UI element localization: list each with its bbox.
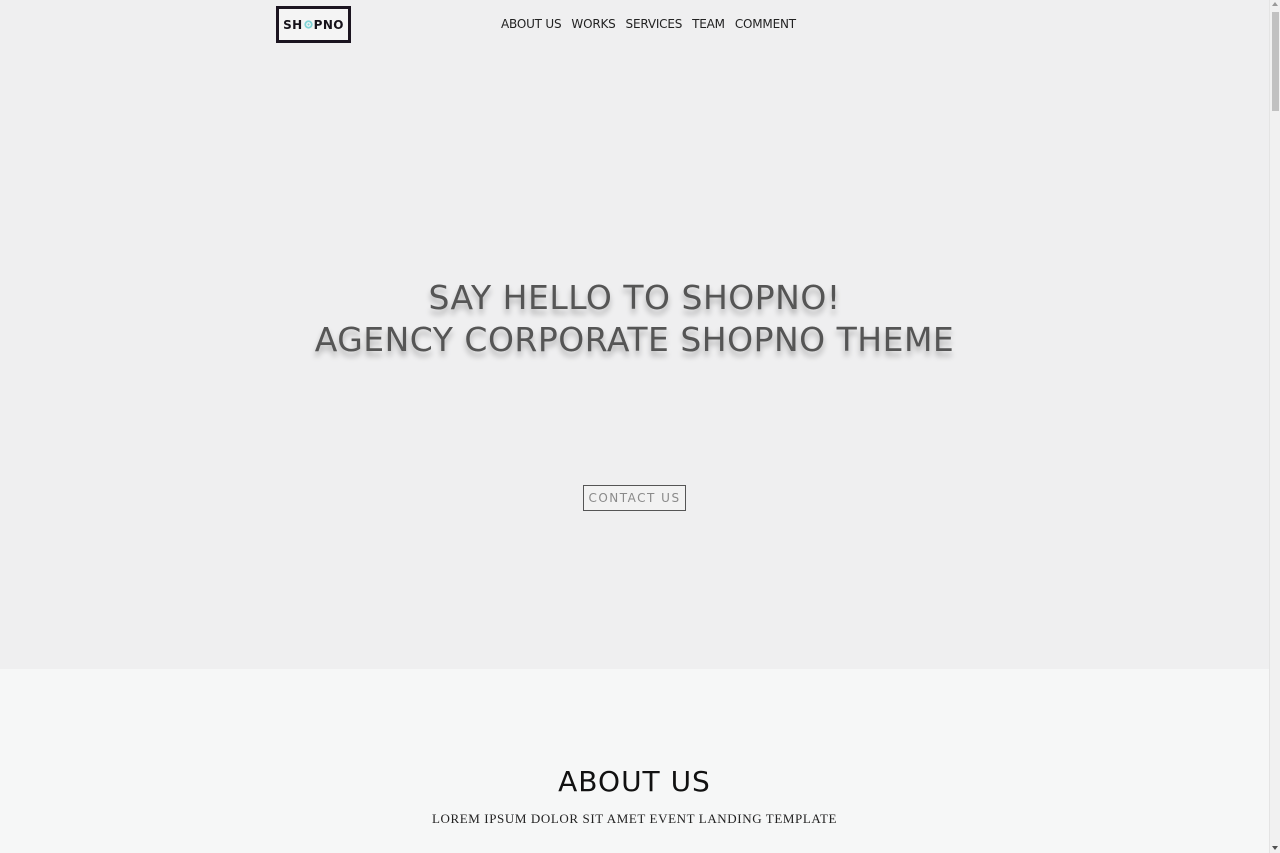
about-subtitle: LOREM IPSUM DOLOR SIT AMET EVENT LANDING… xyxy=(431,811,838,826)
hero-title: SAY HELLO TO SHOPNO! AGENCY CORPORATE SH… xyxy=(0,277,1269,361)
nav-item-services[interactable]: SERVICES xyxy=(621,16,688,32)
logo: SH PNO xyxy=(283,18,344,32)
page: SH PNO ABOUT US WORKS SERVICES TEAM COMM… xyxy=(0,0,1269,853)
nav-item-comment[interactable]: COMMENT xyxy=(730,16,801,32)
vertical-scrollbar[interactable] xyxy=(1269,0,1280,853)
contact-us-button[interactable]: CONTACT US xyxy=(583,485,686,511)
nav-item-team[interactable]: TEAM xyxy=(687,16,730,32)
logo-text-start: SH xyxy=(283,17,303,32)
nav-item-about-us[interactable]: ABOUT US xyxy=(496,16,566,32)
hero-title-line-2: AGENCY CORPORATE SHOPNO THEME xyxy=(314,320,955,359)
gear-o-icon xyxy=(303,20,313,29)
logo-text-end: PNO xyxy=(313,17,344,32)
scroll-down-arrow-icon[interactable] xyxy=(1272,846,1278,850)
logo-link[interactable]: SH PNO xyxy=(276,6,351,43)
scrollbar-thumb[interactable] xyxy=(1272,12,1279,111)
hero-section: SH PNO ABOUT US WORKS SERVICES TEAM COMM… xyxy=(0,0,1269,669)
main-nav: ABOUT US WORKS SERVICES TEAM COMMENT xyxy=(496,16,801,32)
about-title: ABOUT US xyxy=(558,765,711,798)
nav-item-works[interactable]: WORKS xyxy=(566,16,620,32)
hero-title-line-1: SAY HELLO TO SHOPNO! xyxy=(428,278,841,317)
scroll-up-arrow-icon[interactable] xyxy=(1272,2,1278,6)
